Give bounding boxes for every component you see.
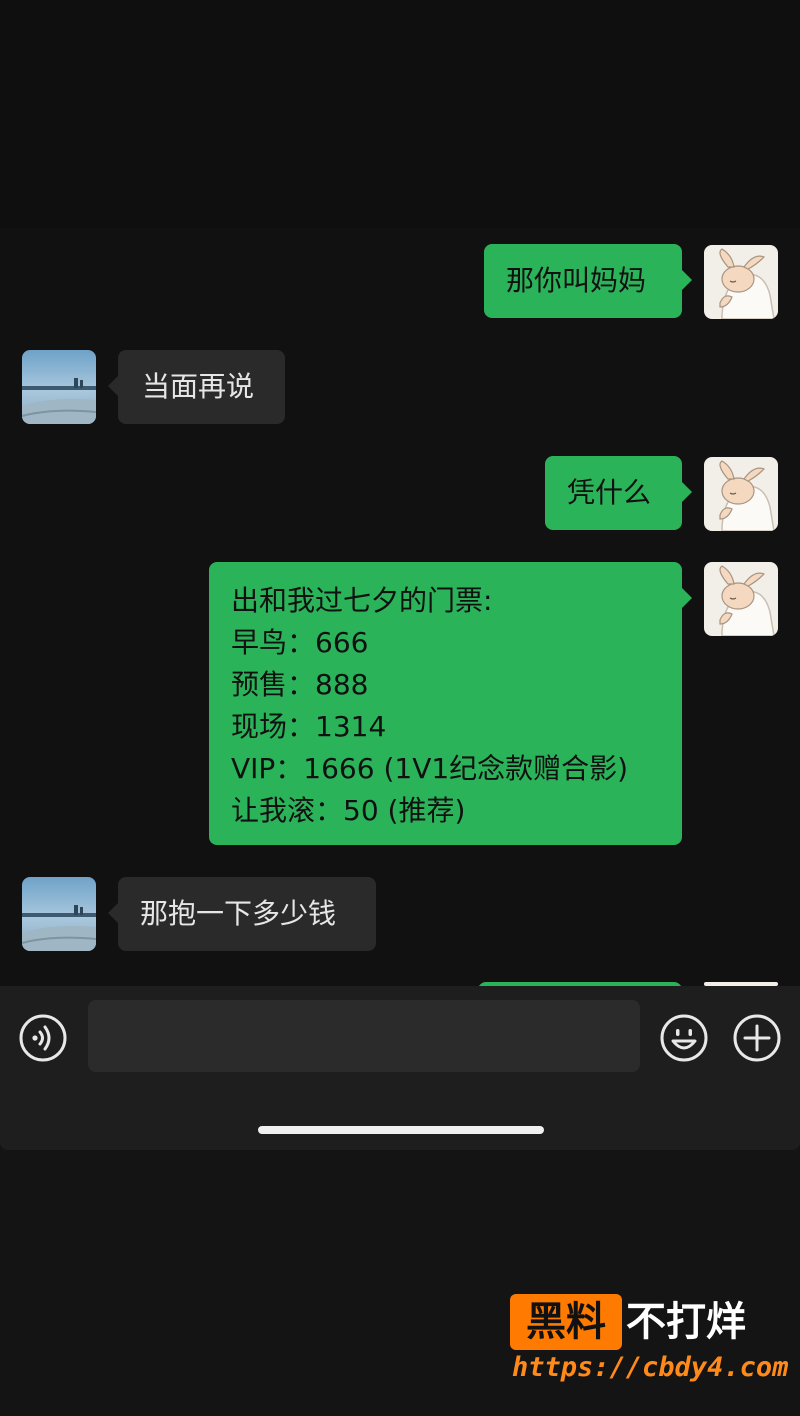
message-text: 当面再说 [142,370,255,403]
watermark-text: 不打烊 [626,1299,746,1345]
watermark-badge: 黑料 [510,1294,622,1350]
my-avatar[interactable] [704,457,778,531]
message-line: 早鸟：666 [231,626,369,659]
message-text: 那你叫妈妈 [506,264,647,297]
message-text: 凭什么 [567,476,652,509]
home-indicator [258,1126,544,1134]
message-bubble-other[interactable]: 那抱一下多少钱 [108,877,376,951]
message-bubble-me[interactable]: 出和我过七夕的门票: 早鸟：666 预售：888 现场：1314 VIP：166… [209,562,692,845]
message-input-bar [0,986,800,1150]
message-bubble-me[interactable]: 凭什么 [545,456,692,530]
message-bubble-me[interactable]: 那你叫妈妈 [484,244,692,318]
watermark: 黑料 不打烊 https://cbdy4.com [510,1294,788,1394]
message-line: 让我滚：50 (推荐) [231,794,466,827]
message-line: 预售：888 [231,668,369,701]
watermark-url: https://cbdy4.com [512,1352,789,1383]
top-blank-area [0,0,800,228]
contact-avatar[interactable] [22,877,96,951]
emoji-icon[interactable] [659,1013,709,1063]
voice-icon[interactable] [18,1013,68,1063]
message-line: 现场：1314 [231,710,387,743]
my-avatar[interactable] [704,245,778,319]
plus-icon[interactable] [732,1013,782,1063]
message-line: VIP：1666 (1V1纪念款赠合影) [231,752,629,785]
my-avatar[interactable] [704,562,778,636]
message-line: 出和我过七夕的门票: [231,584,493,617]
message-input[interactable] [88,1000,640,1072]
chat-message-list[interactable]: 那你叫妈妈 当面再说 凭什么 出和我过七夕的门票: 早鸟：666 预售：888 … [0,228,800,986]
message-bubble-other[interactable]: 当面再说 [108,350,285,424]
message-text: 那抱一下多少钱 [140,897,337,930]
contact-avatar[interactable] [22,350,96,424]
